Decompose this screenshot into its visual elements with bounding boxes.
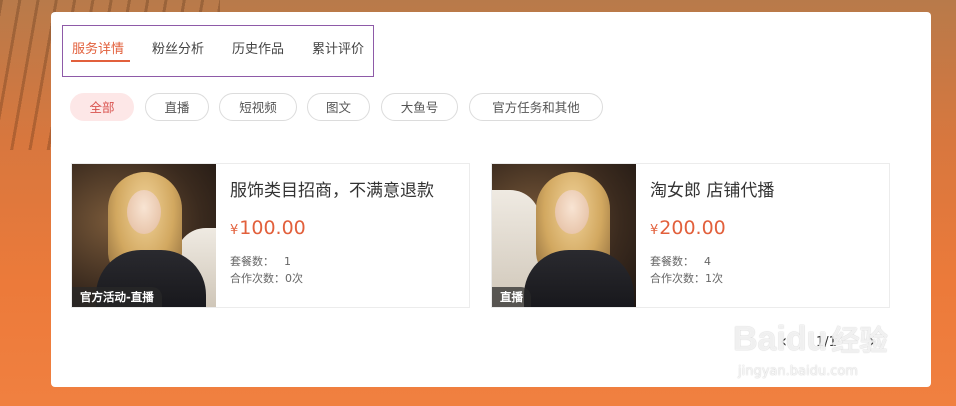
tab-service-details[interactable]: 服务详情 bbox=[72, 38, 124, 57]
service-card[interactable]: 官方活动-直播 服饰类目招商，不满意退款 ¥100.00 套餐数： 1 合作次数：… bbox=[71, 163, 470, 308]
service-title[interactable]: 淘女郎 店铺代播 bbox=[650, 176, 774, 201]
filter-all[interactable]: 全部 bbox=[70, 93, 134, 121]
price-value: 100.00 bbox=[239, 217, 306, 239]
filter-short-video[interactable]: 短视频 bbox=[219, 93, 297, 121]
service-type-badge: 直播 bbox=[492, 287, 531, 307]
service-card[interactable]: 直播 淘女郎 店铺代播 ¥200.00 套餐数： 4 合作次数：1次 bbox=[491, 163, 890, 308]
service-type-badge: 官方活动-直播 bbox=[72, 287, 162, 307]
tab-history-works[interactable]: 历史作品 bbox=[232, 38, 284, 57]
service-price: ¥100.00 bbox=[230, 217, 306, 239]
tab-fan-analysis[interactable]: 粉丝分析 bbox=[152, 38, 204, 57]
watermark-logo: Baidu 经验 bbox=[733, 320, 888, 358]
price-value: 200.00 bbox=[659, 217, 726, 239]
filter-dayu[interactable]: 大鱼号 bbox=[381, 93, 458, 121]
package-count: 套餐数： 4 bbox=[650, 255, 711, 268]
service-thumbnail[interactable]: 官方活动-直播 bbox=[72, 164, 216, 307]
filter-image-text[interactable]: 图文 bbox=[307, 93, 370, 121]
cooperation-count: 合作次数：0次 bbox=[230, 272, 303, 285]
service-price: ¥200.00 bbox=[650, 217, 726, 239]
service-title[interactable]: 服饰类目招商，不满意退款 bbox=[230, 176, 434, 201]
service-thumbnail[interactable]: 直播 bbox=[492, 164, 636, 307]
package-count: 套餐数： 1 bbox=[230, 255, 291, 268]
filter-official-tasks[interactable]: 官方任务和其他 bbox=[469, 93, 603, 121]
filter-live[interactable]: 直播 bbox=[145, 93, 209, 121]
active-tab-indicator bbox=[71, 60, 130, 62]
currency-symbol: ¥ bbox=[650, 223, 659, 238]
tab-reviews[interactable]: 累计评价 bbox=[312, 38, 364, 57]
cooperation-count: 合作次数：1次 bbox=[650, 272, 723, 285]
watermark-url: jingyan.baidu.com bbox=[738, 364, 858, 379]
currency-symbol: ¥ bbox=[230, 223, 239, 238]
